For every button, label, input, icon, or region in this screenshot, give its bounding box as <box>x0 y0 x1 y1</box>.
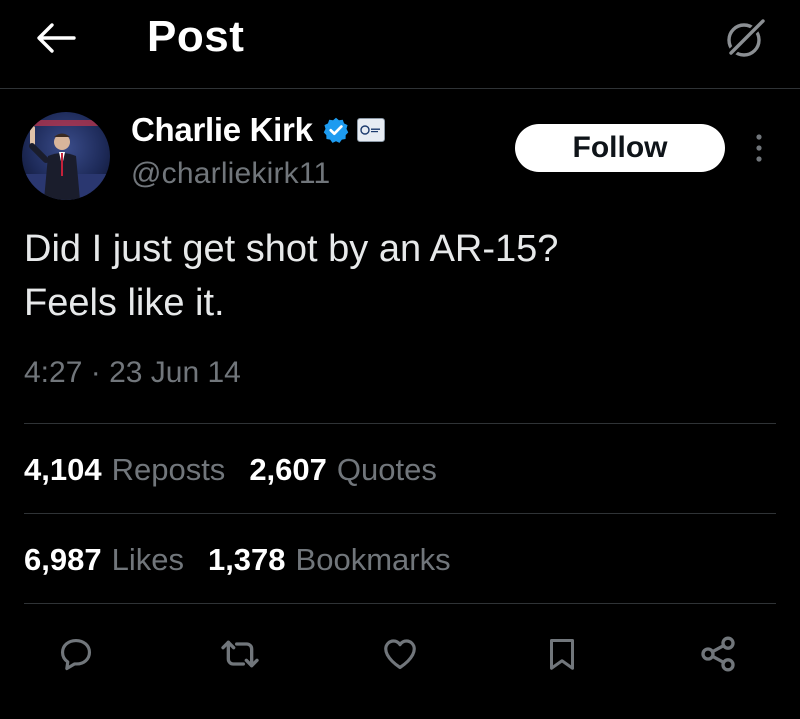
timestamp-separator: · <box>90 356 101 389</box>
post-date: 23 Jun 14 <box>109 356 241 389</box>
engagement-stats-row: 4,104 Reposts 2,607 Quotes <box>24 452 461 488</box>
post-time: 4:27 <box>24 356 83 389</box>
stats-divider <box>24 513 776 514</box>
share-button[interactable] <box>690 626 746 682</box>
arrow-left-icon <box>37 23 76 53</box>
grok-icon <box>726 16 768 58</box>
verified-badge[interactable] <box>321 115 351 145</box>
more-vertical-icon <box>756 134 762 162</box>
post-text-line: Did I just get shot by an AR-15? <box>24 228 559 270</box>
avatar[interactable] <box>22 112 110 200</box>
repost-button[interactable] <box>212 626 268 682</box>
like-icon <box>384 639 416 670</box>
organization-logo-icon <box>359 125 380 135</box>
bookmarks-stat[interactable]: 1,378 Bookmarks <box>208 542 451 578</box>
quotes-count: 2,607 <box>249 452 327 487</box>
bookmark-icon <box>550 639 574 670</box>
likes-count: 6,987 <box>24 542 102 577</box>
post-text: Did I just get shot by an AR-15? Feels l… <box>24 222 764 330</box>
bookmarks-count: 1,378 <box>207 542 286 577</box>
header-divider <box>0 88 800 89</box>
share-icon <box>701 636 735 672</box>
reposts-count: 4,104 <box>24 452 102 487</box>
avatar-photo <box>22 112 110 200</box>
quotes-stat[interactable]: 2,607 Quotes <box>249 452 437 488</box>
follow-button[interactable]: Follow <box>515 124 725 172</box>
display-name[interactable]: Charlie Kirk <box>131 111 313 149</box>
engagement-stats-row: 6,987 Likes 1,378 Bookmarks <box>24 542 475 578</box>
grok-button[interactable] <box>716 14 776 62</box>
post-timestamp[interactable]: 4:27 · 23 Jun 14 <box>24 356 241 390</box>
author-name-row: Charlie Kirk <box>131 110 385 150</box>
top-bar: Post <box>0 0 800 84</box>
back-button[interactable] <box>30 16 82 60</box>
bookmarks-label: Bookmarks <box>295 542 451 577</box>
reposts-stat[interactable]: 4,104 Reposts <box>24 452 225 488</box>
page-title: Post <box>147 12 245 61</box>
repost-icon <box>221 640 259 668</box>
post-text-line: Feels like it. <box>24 282 225 324</box>
user-handle[interactable]: @charliekirk11 <box>131 157 330 191</box>
bookmark-button[interactable] <box>534 626 590 682</box>
more-options-button[interactable] <box>742 126 776 170</box>
quotes-label: Quotes <box>336 452 437 487</box>
likes-label: Likes <box>111 542 184 577</box>
reply-icon <box>60 638 92 671</box>
affiliate-badge-icon[interactable] <box>356 118 385 142</box>
timestamp-divider <box>24 423 776 424</box>
reply-button[interactable] <box>48 626 104 682</box>
likes-stat[interactable]: 6,987 Likes <box>24 542 184 578</box>
verified-badge-icon <box>323 117 348 143</box>
reposts-label: Reposts <box>111 452 226 487</box>
post-action-bar <box>0 626 800 682</box>
actions-divider <box>24 603 776 604</box>
like-button[interactable] <box>372 626 428 682</box>
